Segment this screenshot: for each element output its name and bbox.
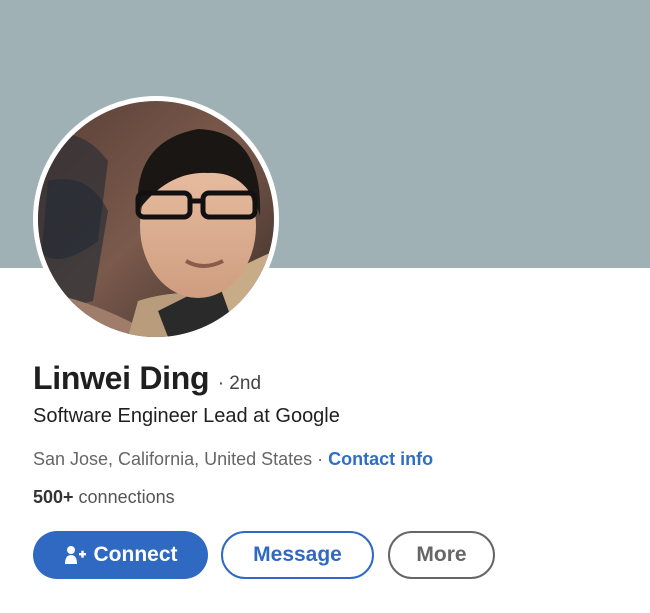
avatar[interactable]	[33, 96, 279, 342]
message-label: Message	[253, 543, 342, 566]
separator-dot: ·	[312, 449, 329, 469]
more-button[interactable]: More	[388, 531, 495, 579]
profile-name: Linwei Ding	[33, 360, 210, 396]
add-user-icon	[64, 545, 86, 565]
message-button[interactable]: Message	[221, 531, 374, 579]
profile-location: San Jose, California, United States	[33, 449, 313, 469]
connect-button[interactable]: Connect	[33, 531, 208, 579]
contact-info-link[interactable]: Contact info	[328, 449, 433, 469]
connections-count: 500+	[33, 487, 74, 507]
connect-label: Connect	[93, 543, 178, 566]
connections-row[interactable]: 500+ connections	[33, 487, 175, 508]
name-row: Linwei Ding · 2nd	[33, 360, 261, 397]
profile-headline: Software Engineer Lead at Google	[33, 405, 340, 427]
profile-photo	[38, 101, 274, 337]
connections-label: connections	[73, 487, 175, 507]
more-label: More	[416, 543, 467, 566]
location-row: San Jose, California, United States · Co…	[33, 449, 433, 470]
connection-degree: · 2nd	[217, 373, 262, 394]
